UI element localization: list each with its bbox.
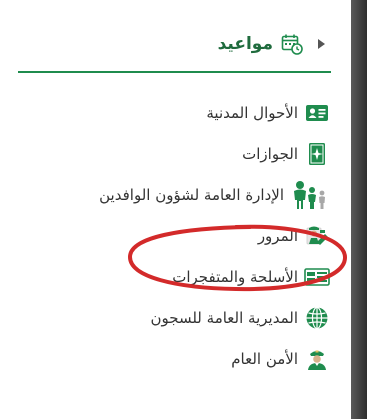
menu-item-label: الإدارة العامة لشؤون الوافدين (99, 185, 284, 204)
id-card-icon (304, 100, 330, 126)
traffic-officer-icon (304, 223, 330, 249)
weapons-icon (304, 264, 330, 290)
window-edge (351, 0, 367, 419)
calendar-clock-icon (281, 33, 303, 55)
menu-item-label: المرور (257, 226, 298, 245)
menu-item-label: الأحوال المدنية (206, 103, 298, 122)
side-menu-panel: مواعيد الأحوال المدنية الجوازات الإدارة … (0, 0, 351, 419)
menu-item-passports[interactable]: الجوازات (0, 133, 330, 174)
appointments-title: مواعيد (217, 34, 273, 54)
menu-item-prisons[interactable]: المديرية العامة للسجون (0, 297, 330, 338)
menu-item-label: الجوازات (242, 144, 298, 163)
services-menu: الأحوال المدنية الجوازات الإدارة العامة … (0, 92, 330, 379)
chevron-right-icon[interactable] (311, 34, 331, 54)
menu-item-weapons[interactable]: الأسلحة والمتفجرات (0, 256, 330, 297)
menu-item-traffic[interactable]: المرور (0, 215, 330, 256)
menu-item-label: الأسلحة والمتفجرات (172, 267, 298, 286)
family-icon (290, 180, 330, 209)
menu-item-expatriates[interactable]: الإدارة العامة لشؤون الوافدين (0, 174, 330, 215)
header-divider (18, 71, 331, 73)
security-officer-icon (304, 346, 330, 372)
globe-icon (304, 305, 330, 331)
menu-item-label: الأمن العام (231, 349, 298, 368)
passport-icon (304, 141, 330, 167)
menu-item-public-security[interactable]: الأمن العام (0, 338, 330, 379)
menu-item-label: المديرية العامة للسجون (150, 308, 298, 327)
menu-item-civil-affairs[interactable]: الأحوال المدنية (0, 92, 330, 133)
appointments-header[interactable]: مواعيد (20, 28, 331, 60)
